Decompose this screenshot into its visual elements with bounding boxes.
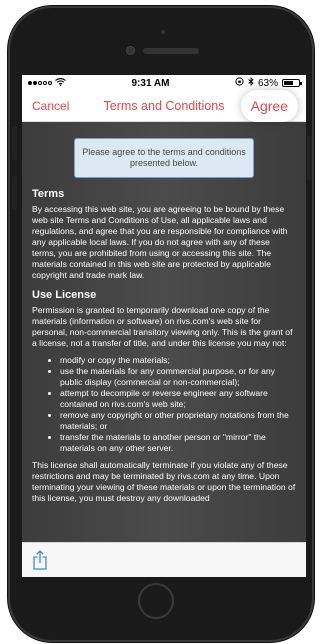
list-item: remove any copyright or other proprietar…	[60, 410, 296, 432]
list-item: use the materials for any commercial pur…	[60, 366, 296, 388]
wifi-icon	[55, 77, 66, 89]
navigation-bar: Cancel Terms and Conditions Agree	[22, 90, 306, 122]
battery-icon	[282, 79, 302, 87]
battery-level	[284, 81, 293, 85]
status-left	[28, 77, 66, 89]
terms-body: By accessing this web site, you are agre…	[32, 204, 288, 280]
list-item: attempt to decompile or reverse engineer…	[60, 388, 296, 410]
agree-button[interactable]: Agree	[240, 90, 298, 122]
cancel-button[interactable]: Cancel	[32, 99, 69, 113]
list-item: transfer the materials to another person…	[60, 432, 296, 454]
volume-up-button	[12, 126, 17, 160]
power-button	[307, 136, 312, 180]
status-time: 9:31 AM	[131, 77, 170, 89]
bottom-toolbar	[22, 542, 306, 577]
list-item: modify or copy the materials;	[60, 355, 296, 366]
proximity-sensor	[161, 30, 165, 34]
use-license-closing: This license shall automatically termina…	[32, 460, 296, 503]
restrictions-list: modify or copy the materials; use the ma…	[32, 355, 296, 454]
earpiece-speaker	[143, 48, 199, 54]
front-camera	[126, 46, 135, 55]
screen: 9:31 AM 63% Cancel Terms and Conditions …	[22, 75, 306, 577]
use-license-intro: Permission is granted to temporarily dow…	[32, 305, 293, 348]
terms-scroll-view[interactable]: Please agree to the terms and conditions…	[22, 122, 306, 543]
share-icon[interactable]	[32, 550, 48, 570]
signal-strength-icon	[28, 81, 52, 85]
bluetooth-icon	[248, 76, 254, 89]
orientation-lock-icon	[235, 77, 244, 89]
status-right: 63%	[235, 76, 302, 89]
agreement-notice: Please agree to the terms and conditions…	[74, 138, 254, 178]
status-bar: 9:31 AM 63%	[22, 75, 306, 91]
battery-percent: 63%	[257, 77, 278, 89]
terms-heading: Terms	[32, 188, 65, 200]
use-license-heading: Use License	[32, 289, 97, 301]
home-button[interactable]	[138, 583, 174, 619]
volume-down-button	[12, 176, 17, 210]
